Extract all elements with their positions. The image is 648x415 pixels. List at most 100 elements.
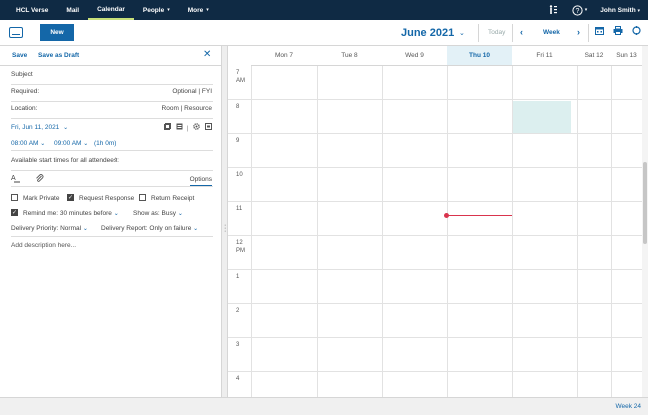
save-as-draft-button[interactable]: Save as Draft [38, 52, 79, 59]
hour-label: 1 [228, 273, 251, 281]
chevron-right-icon: › [115, 156, 118, 163]
divider: | [186, 125, 189, 132]
new-button[interactable]: New [40, 24, 74, 41]
grid-column-line [577, 66, 578, 397]
hour-number: 2 [236, 308, 240, 314]
checkbox-checked[interactable] [11, 209, 18, 216]
chevron-down-icon: ▾ [637, 7, 640, 14]
hour-number: 1 [236, 274, 240, 280]
remind-me-checkbox[interactable]: Remind me: 30 minutes before ⌄ [11, 209, 119, 217]
checkbox[interactable] [139, 194, 146, 201]
hour-label: 11 [228, 205, 251, 213]
repeat-icon[interactable] [164, 123, 172, 132]
request-response-checkbox[interactable]: Request Response [67, 194, 134, 202]
hour-grid-line [228, 371, 642, 372]
hour-label: 7 AM [228, 69, 251, 85]
checkbox[interactable] [11, 194, 18, 201]
scheduler-icon[interactable] [205, 123, 212, 132]
hour-grid-line [228, 303, 642, 304]
start-time-select[interactable]: 08:00 AM ⌄ [11, 140, 45, 147]
today-button[interactable]: Today [488, 29, 505, 36]
checkbox-row: Mark Private Request Response Return Rec… [11, 194, 213, 207]
available-times-label: Available start times for all attendees: [11, 157, 119, 164]
sync-icon[interactable] [632, 26, 641, 37]
text-format-icon[interactable]: A [11, 174, 21, 186]
divider [478, 24, 479, 42]
day-header-5[interactable]: Sat 12 [577, 46, 611, 66]
day-header-0[interactable]: Mon 7 [251, 46, 317, 66]
week-view-button[interactable]: Week [543, 29, 560, 36]
hour-label: 2 [228, 307, 251, 315]
day-header-2[interactable]: Wed 9 [382, 46, 447, 66]
nav-hcl-verse[interactable]: HCL Verse [0, 0, 57, 20]
show-as-select[interactable]: Show as: Busy ⌄ [133, 210, 183, 217]
subject-field[interactable]: Subject [11, 68, 213, 85]
week-number: Week 24 [615, 403, 641, 410]
nav-mail[interactable]: Mail [57, 0, 88, 20]
checkbox-checked[interactable] [67, 194, 74, 201]
duration-value: (1h 0m) [94, 140, 117, 147]
hour-label: 3 [228, 341, 251, 349]
calendar-grid-icon[interactable] [595, 26, 604, 37]
nav-calendar[interactable]: Calendar [88, 0, 134, 20]
accessibility-icon[interactable] [541, 5, 565, 15]
mark-private-checkbox[interactable]: Mark Private [11, 194, 59, 202]
inbox-icon[interactable] [9, 27, 23, 38]
chevron-down-icon: ▾ [167, 7, 170, 13]
delivery-priority-select[interactable]: Delivery Priority: Normal ⌄ [11, 225, 88, 232]
available-times-row[interactable]: Available start times for all attendees:… [11, 154, 213, 171]
day-header-3[interactable]: Thu 10 [447, 46, 512, 66]
optional-fyi-links[interactable]: Optional | FYI [172, 88, 212, 95]
print-icon[interactable] [613, 26, 623, 37]
hour-ampm: PM [236, 248, 245, 254]
delivery-report-select[interactable]: Delivery Report: Only on failure ⌄ [101, 225, 198, 232]
save-button[interactable]: Save [12, 52, 27, 59]
event-compose-panel: Save Save as Draft ✕ Subject Required: O… [0, 46, 221, 397]
hour-label: 10 [228, 171, 251, 179]
paperclip-icon[interactable] [35, 174, 44, 185]
grid-column-line [317, 66, 318, 397]
location-field[interactable]: Location: Room | Resource [11, 102, 213, 119]
description-field[interactable]: Add description here... [11, 242, 213, 256]
gear-icon[interactable] [193, 123, 200, 132]
close-icon[interactable]: ✕ [203, 49, 211, 60]
return-receipt-checkbox[interactable]: Return Receipt [139, 194, 194, 202]
calendar-scrollbar[interactable] [642, 46, 648, 397]
day-header-4[interactable]: Fri 11 [512, 46, 577, 66]
hour-number: 11 [236, 206, 243, 212]
current-time-line [446, 215, 512, 216]
chevron-down-icon: ⌄ [177, 211, 183, 217]
options-tab[interactable]: Options [189, 176, 212, 186]
day-header-6[interactable]: Sun 13 [611, 46, 642, 66]
time-zone-icon[interactable] [176, 123, 183, 132]
top-nav: HCL Verse Mail Calendar People ▾ More ▾ ? … [0, 0, 648, 20]
toolbar: New June 2021 ⌄ Today ‹ Week › [0, 20, 648, 46]
hour-label: 4 [228, 375, 251, 383]
status-bar: Week 24 [0, 397, 648, 415]
panel-header: Save Save as Draft ✕ [0, 46, 221, 66]
hour-label: 12 PM [228, 239, 251, 255]
date-picker[interactable]: Fri, Jun 11, 2021 ⌄ [11, 124, 68, 131]
scrollbar-thumb[interactable] [643, 162, 647, 244]
nav-more[interactable]: More ▾ [179, 0, 218, 20]
day-header-1[interactable]: Tue 8 [317, 46, 382, 66]
chevron-right-icon[interactable]: › [577, 27, 580, 37]
user-menu[interactable]: John Smith ▾ [594, 7, 648, 14]
description-placeholder: Add description here... [11, 242, 77, 249]
chevron-left-icon[interactable]: ‹ [520, 27, 523, 37]
chevron-down-icon[interactable]: ⌄ [459, 29, 465, 37]
drag-handle-icon[interactable]: · · · [224, 222, 226, 235]
room-resource-links[interactable]: Room | Resource [162, 105, 212, 112]
nav-people[interactable]: People ▾ [134, 0, 179, 20]
draft-event-block[interactable] [513, 101, 571, 133]
month-title[interactable]: June 2021 [401, 27, 454, 39]
divider [588, 24, 589, 42]
grid-column-line [611, 66, 612, 397]
grid-column-line [382, 66, 383, 397]
required-field[interactable]: Required: Optional | FYI [11, 85, 213, 102]
end-time-select[interactable]: 09:00 AM ⌄ [54, 140, 88, 147]
date-tools: | [161, 123, 212, 132]
format-row: A Options [11, 174, 213, 187]
help-icon[interactable]: ? ▾ [565, 4, 595, 16]
panel-splitter[interactable]: · · · [221, 46, 228, 397]
